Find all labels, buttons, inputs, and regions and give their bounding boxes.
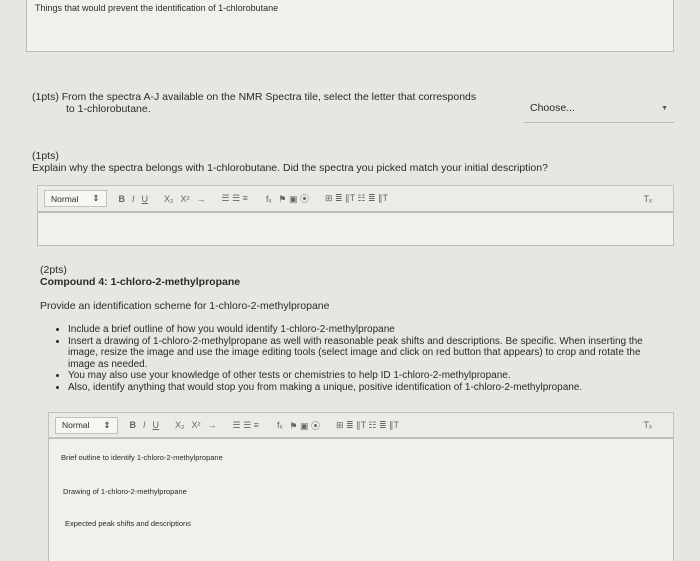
underline-button[interactable]: U <box>153 420 160 430</box>
arrow-icon[interactable]: → <box>197 194 206 204</box>
subscript-button[interactable]: X₂ <box>164 194 174 204</box>
q1-label-line1: (1pts) From the spectra A-J available on… <box>32 91 477 103</box>
list-icons[interactable]: ☰ ☰ ≡ <box>233 420 259 431</box>
q3-editor-toolbar: Normal ⇕ B I U X₂ X² → ☰ ☰ ≡ fₓ ⚑ ▣ ⦿ ⊞ ≣… <box>48 412 674 438</box>
q3-title: Compound 4: 1-chloro-2-methylpropane <box>40 276 241 288</box>
q2-prompt: Explain why the spectra belongs with 1-c… <box>32 162 548 174</box>
link-image-icons[interactable]: ⚑ ▣ ⦿ <box>289 419 320 432</box>
q3-provide: Provide an identification scheme for 1-c… <box>40 300 330 312</box>
list-icons[interactable]: ☰ ☰ ≡ <box>222 193 248 204</box>
table-icons[interactable]: ⊞ ≣ ∥T ☷ ≣ ∥T <box>325 193 388 204</box>
q1-label-line2: to 1-chlorobutane. <box>66 103 151 115</box>
underline-button[interactable]: U <box>142 194 149 204</box>
q2-points: (1pts) <box>32 150 59 162</box>
q1-select-value: Choose... <box>530 102 575 114</box>
q3-bullet: Include a brief outline of how you would… <box>68 324 644 336</box>
q2-editor-area[interactable] <box>37 212 674 246</box>
select-arrows-icon: ⇕ <box>103 419 111 430</box>
q3-editor-area[interactable]: Brief outline to identify 1-chloro-2-met… <box>48 438 674 561</box>
formula-icon[interactable]: fₓ <box>266 194 271 204</box>
q1-label: (1pts) From the spectra A-J available on… <box>32 91 532 115</box>
italic-button[interactable]: I <box>132 194 135 204</box>
q3-bullet: Also, identify anything that would stop … <box>68 382 644 394</box>
q3-bullet: You may also use your knowledge of other… <box>68 370 644 382</box>
q1-select[interactable]: Choose... ▼ <box>524 96 674 123</box>
top-answer-text: Things that would prevent the identifica… <box>35 3 279 13</box>
style-select-value: Normal <box>51 193 79 204</box>
q3-style-select[interactable]: Normal ⇕ <box>55 416 118 434</box>
top-answer-box[interactable]: Things that would prevent the identifica… <box>26 0 674 52</box>
italic-button[interactable]: I <box>143 420 146 430</box>
bold-button[interactable]: B <box>130 420 137 430</box>
q3-bullet-list: Include a brief outline of how you would… <box>54 324 644 393</box>
q2-style-select[interactable]: Normal ⇕ <box>44 190 107 207</box>
style-select-value: Normal <box>62 420 90 430</box>
formula-icon[interactable]: fₓ <box>277 420 282 430</box>
clear-format-icon[interactable]: Tₓ <box>644 420 652 430</box>
q3-points: (2pts) <box>40 264 67 276</box>
editor-line-drawing: Drawing of 1-chloro-2-methylpropane <box>63 487 187 496</box>
chevron-down-icon: ▼ <box>661 105 668 112</box>
clear-format-icon[interactable]: Tₓ <box>644 194 652 204</box>
q3-bullet: Insert a drawing of 1-chloro-2-methylpro… <box>68 336 644 371</box>
subscript-button[interactable]: X₂ <box>175 420 185 430</box>
link-image-icons[interactable]: ⚑ ▣ ⦿ <box>278 192 309 205</box>
q2-editor-toolbar: Normal ⇕ B I U X₂ X² → ☰ ☰ ≡ fₓ ⚑ ▣ ⦿ ⊞ ≣… <box>37 185 674 212</box>
superscript-button[interactable]: X² <box>181 194 190 204</box>
editor-line-outline: Brief outline to identify 1-chloro-2-met… <box>61 453 223 462</box>
bold-button[interactable]: B <box>119 194 126 204</box>
table-icons[interactable]: ⊞ ≣ ∥T ☷ ≣ ∥T <box>336 420 399 431</box>
arrow-icon[interactable]: → <box>208 420 217 430</box>
superscript-button[interactable]: X² <box>192 420 201 430</box>
select-arrows-icon: ⇕ <box>92 193 100 203</box>
editor-line-peaks: Expected peak shifts and descriptions <box>65 519 191 528</box>
